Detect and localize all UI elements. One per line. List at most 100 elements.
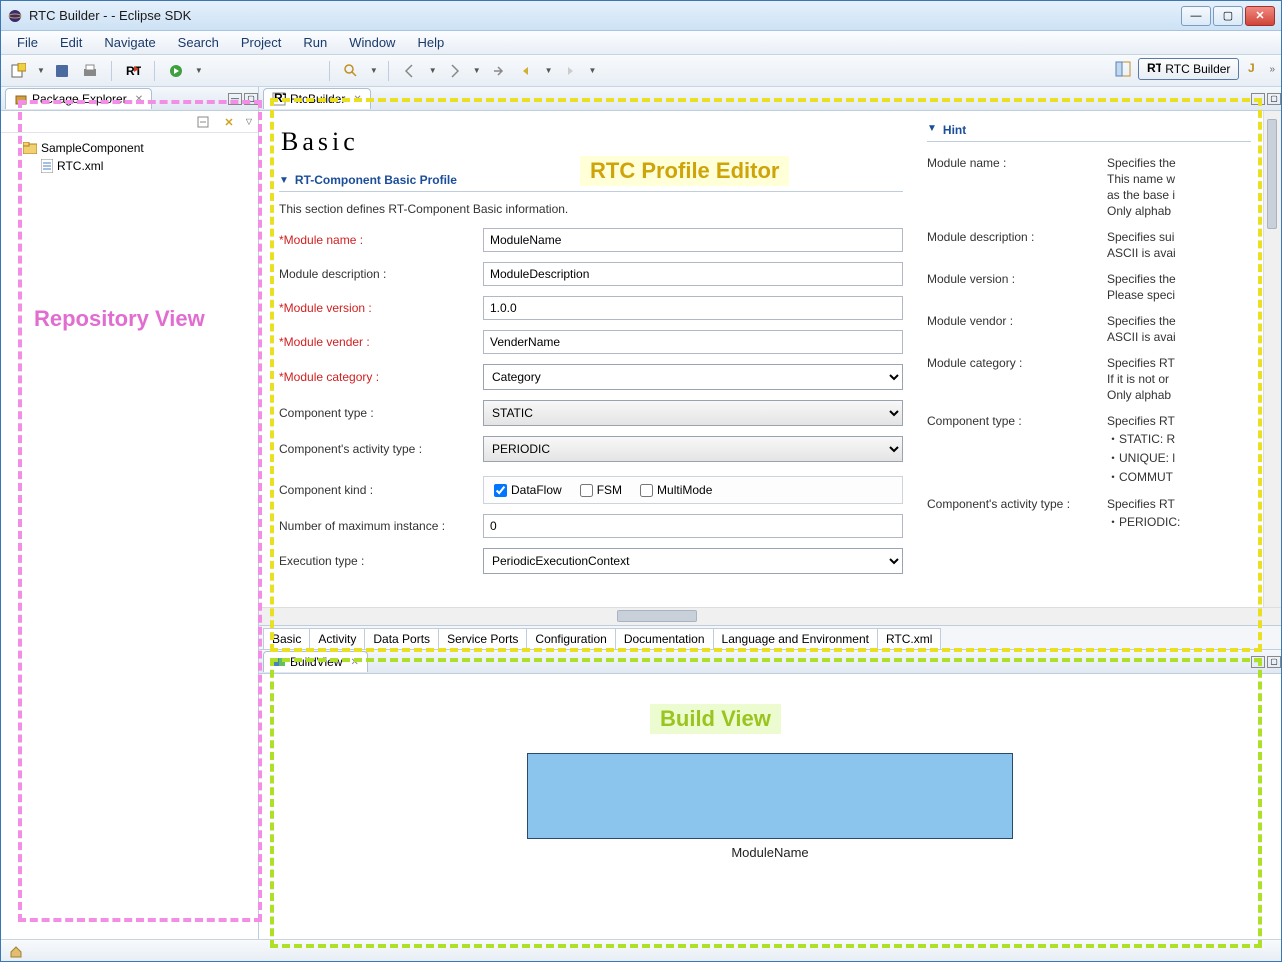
bottom-tab-dataports[interactable]: Data Ports <box>364 628 439 649</box>
bottom-tab-activity[interactable]: Activity <box>309 628 365 649</box>
hint-title[interactable]: Hint <box>927 119 1251 142</box>
dropdown-arrow-icon[interactable]: ▼ <box>37 66 45 75</box>
package-explorer-tab[interactable]: Package Explorer ✕ <box>5 88 152 109</box>
titlebar: RTC Builder - - Eclipse SDK — ▢ ✕ <box>1 1 1281 31</box>
menu-navigate[interactable]: Navigate <box>94 33 165 52</box>
open-perspective-button[interactable] <box>1112 58 1134 80</box>
module-vender-label: *Module vender : <box>279 335 483 349</box>
nav-alt-button[interactable] <box>487 60 509 82</box>
hint-row: ASCII is avai <box>927 246 1251 260</box>
menu-edit[interactable]: Edit <box>50 33 92 52</box>
editor-hscrollbar[interactable] <box>259 607 1281 625</box>
dropdown-arrow-icon[interactable]: ▼ <box>370 66 378 75</box>
dropdown-arrow-icon[interactable]: ▼ <box>545 66 553 75</box>
module-name-input[interactable] <box>483 228 903 252</box>
hint-key <box>927 246 1107 260</box>
save-button[interactable] <box>51 60 73 82</box>
toolbar-separator <box>329 61 330 81</box>
tree-label: SampleComponent <box>41 141 144 155</box>
dropdown-arrow-icon[interactable]: ▼ <box>195 66 203 75</box>
search-button[interactable] <box>340 60 362 82</box>
minimize-view-icon[interactable]: — <box>1251 93 1265 105</box>
bottom-tab-rtcxml[interactable]: RTC.xml <box>877 628 941 649</box>
module-version-input[interactable] <box>483 296 903 320</box>
collapse-all-button[interactable] <box>192 111 214 133</box>
view-menu-icon[interactable]: ▽ <box>246 117 252 126</box>
hint-val: Specifies RT <box>1107 414 1251 428</box>
maximize-button[interactable]: ▢ <box>1213 6 1243 26</box>
dropdown-arrow-icon[interactable]: ▼ <box>473 66 481 75</box>
dropdown-arrow-icon[interactable]: ▼ <box>429 66 437 75</box>
form-header: Basic <box>281 127 903 157</box>
back-arrow-button[interactable] <box>515 60 537 82</box>
execution-type-select[interactable]: PeriodicExecutionContext <box>483 548 903 574</box>
minimize-view-icon[interactable]: — <box>1251 656 1265 668</box>
bottom-tab-serviceports[interactable]: Service Ports <box>438 628 527 649</box>
print-button[interactable] <box>79 60 101 82</box>
menu-project[interactable]: Project <box>231 33 291 52</box>
close-icon[interactable]: ✕ <box>353 94 361 105</box>
max-instance-input[interactable] <box>483 514 903 538</box>
hint-val: If it is not or <box>1107 372 1251 386</box>
checkbox-multimode[interactable]: MultiMode <box>640 483 712 497</box>
dropdown-arrow-icon[interactable]: ▼ <box>589 66 597 75</box>
perspective-more-icon[interactable]: » <box>1269 64 1275 75</box>
bottom-tab-configuration[interactable]: Configuration <box>526 628 615 649</box>
hint-row: Module description :Specifies sui <box>927 230 1251 244</box>
activity-type-label: Component's activity type : <box>279 442 483 456</box>
bottom-tab-langenv[interactable]: Language and Environment <box>713 628 878 649</box>
nav-forward-button[interactable] <box>443 60 465 82</box>
section-title[interactable]: RT-Component Basic Profile <box>279 169 903 192</box>
module-category-select[interactable]: Category <box>483 364 903 390</box>
close-icon[interactable]: ✕ <box>135 94 143 105</box>
basic-form: Basic RT-Component Basic Profile This se… <box>259 111 919 607</box>
close-icon[interactable]: ✕ <box>350 657 358 668</box>
menu-run[interactable]: Run <box>293 33 337 52</box>
menu-window[interactable]: Window <box>339 33 405 52</box>
run-button[interactable] <box>165 60 187 82</box>
menu-search[interactable]: Search <box>168 33 229 52</box>
build-view-tab[interactable]: BuildView ✕ <box>263 651 368 672</box>
menu-file[interactable]: File <box>7 33 48 52</box>
java-perspective-button[interactable]: J <box>1243 58 1265 80</box>
editor-vscrollbar[interactable] <box>1263 111 1281 607</box>
nav-back-button[interactable] <box>399 60 421 82</box>
tree-file[interactable]: RTC.xml <box>5 157 254 175</box>
hint-val: Specifies the <box>1107 272 1251 286</box>
perspective-label: RTC Builder <box>1165 62 1230 76</box>
module-desc-input[interactable] <box>483 262 903 286</box>
module-vender-input[interactable] <box>483 330 903 354</box>
toolbar-separator <box>388 61 389 81</box>
activity-type-select[interactable]: PERIODIC <box>483 436 903 462</box>
component-type-select[interactable]: STATIC <box>483 400 903 426</box>
forward-arrow-button[interactable] <box>559 60 581 82</box>
minimize-view-icon[interactable]: — <box>228 93 242 105</box>
link-editor-button[interactable] <box>218 111 240 133</box>
module-box[interactable] <box>527 753 1013 839</box>
menu-help[interactable]: Help <box>407 33 454 52</box>
hint-key <box>927 372 1107 386</box>
new-button[interactable] <box>7 60 29 82</box>
editor-tab[interactable]: RT RtcBuilder ✕ <box>263 88 371 109</box>
maximize-view-icon[interactable]: ▢ <box>1267 93 1281 105</box>
maximize-view-icon[interactable]: ▢ <box>1267 656 1281 668</box>
maximize-view-icon[interactable]: ▢ <box>244 93 258 105</box>
hint-val: Please speci <box>1107 288 1251 302</box>
checkbox-fsm[interactable]: FSM <box>580 483 622 497</box>
bottom-tab-documentation[interactable]: Documentation <box>615 628 714 649</box>
hint-row: Module version :Specifies the <box>927 272 1251 286</box>
minimize-button[interactable]: — <box>1181 6 1211 26</box>
close-button[interactable]: ✕ <box>1245 6 1275 26</box>
rtc-icon: RT <box>1147 62 1161 76</box>
tree-folder[interactable]: SampleComponent <box>5 139 254 157</box>
hint-row: Only alphab <box>927 204 1251 218</box>
rt-button[interactable]: RT <box>122 60 144 82</box>
hint-key <box>927 188 1107 202</box>
home-icon[interactable] <box>9 944 23 958</box>
perspective-rtc-builder[interactable]: RT RTC Builder <box>1138 58 1239 80</box>
tab-label: RtcBuilder <box>290 92 345 106</box>
bottom-tab-basic[interactable]: Basic <box>263 628 310 650</box>
build-view-panel: BuildView ✕ — ▢ ModuleName <box>259 649 1281 939</box>
svg-text:RT: RT <box>126 64 141 78</box>
checkbox-dataflow[interactable]: DataFlow <box>494 483 562 497</box>
